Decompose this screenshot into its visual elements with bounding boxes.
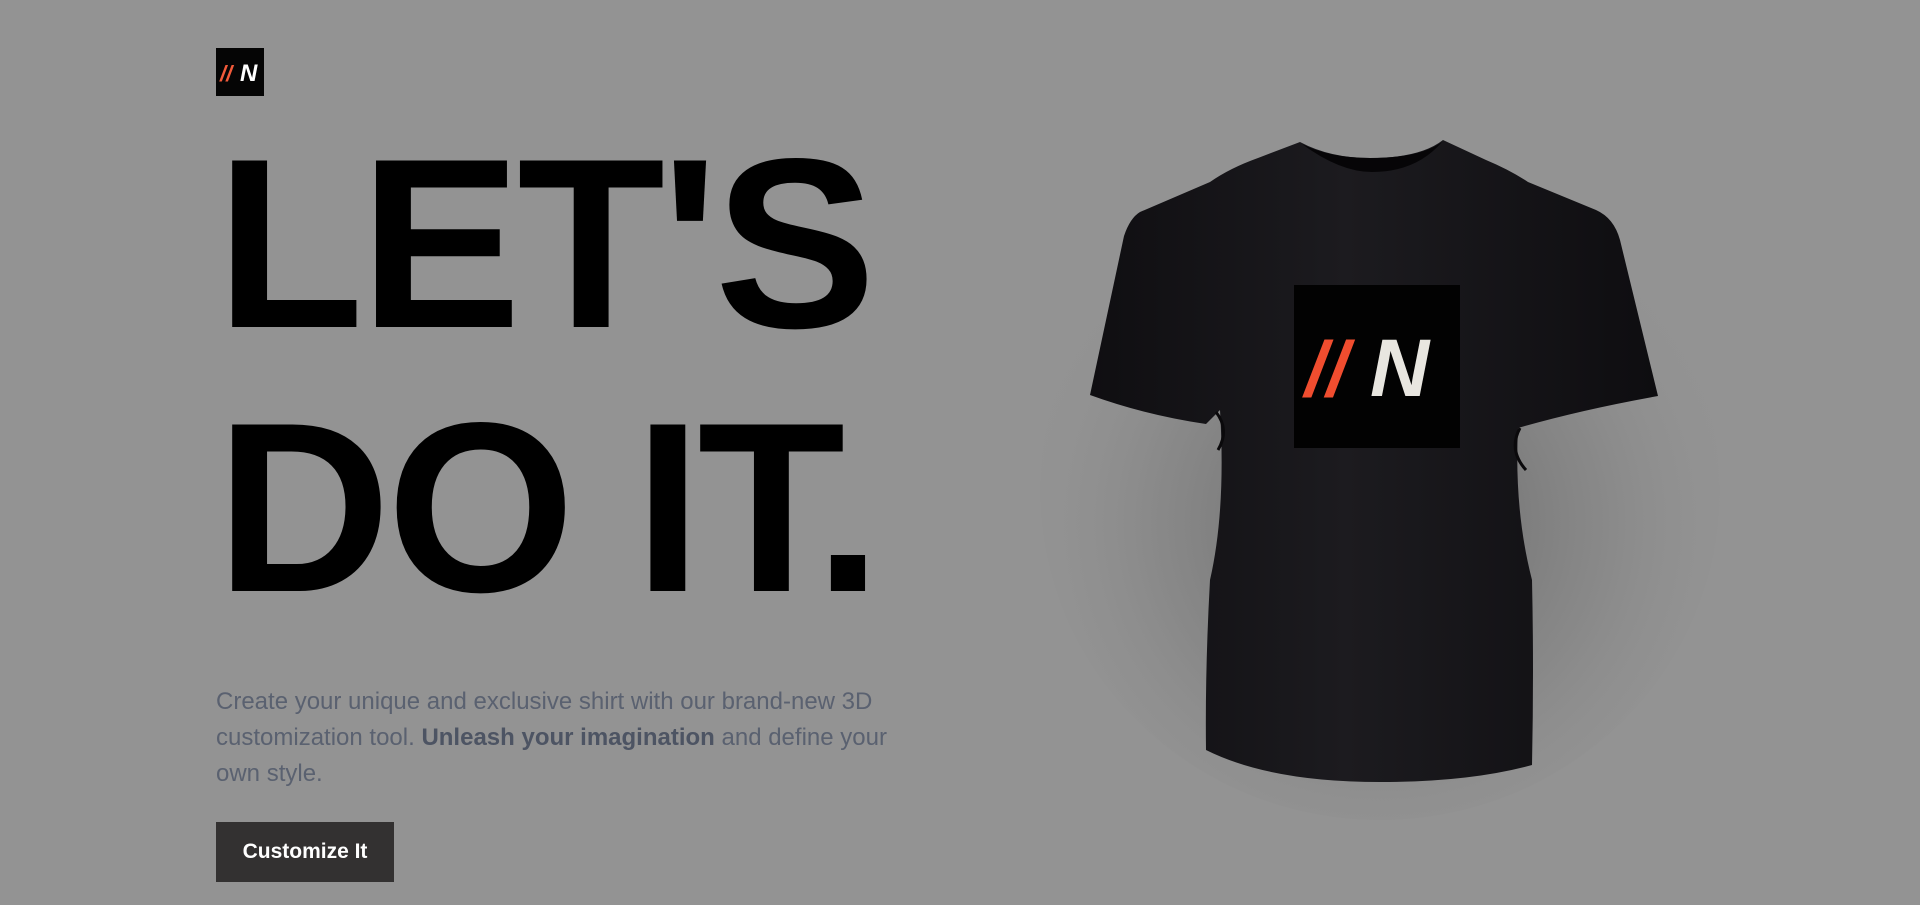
brand-logo[interactable]: // N xyxy=(216,48,264,96)
headline-line-2: DO IT. xyxy=(216,373,882,643)
logo-slashes: // xyxy=(219,61,235,86)
decal-letter: N xyxy=(1370,323,1431,414)
hero-intro-text: Create your unique and exclusive shirt w… xyxy=(216,684,906,792)
intro-text-emphasis: Unleash your imagination xyxy=(421,724,715,751)
decal-slashes: // xyxy=(1302,325,1356,413)
tshirt-3d-model: // N xyxy=(1040,140,1720,820)
shirt-preview-canvas[interactable]: // N xyxy=(1040,110,1740,830)
customize-button[interactable]: Customize It xyxy=(216,822,394,882)
logo-mark-icon: // N xyxy=(219,60,258,87)
headline-line-1: LET'S xyxy=(216,109,876,379)
logo-letter: N xyxy=(240,60,258,87)
hero-headline: LET'S DO IT. xyxy=(216,109,882,643)
